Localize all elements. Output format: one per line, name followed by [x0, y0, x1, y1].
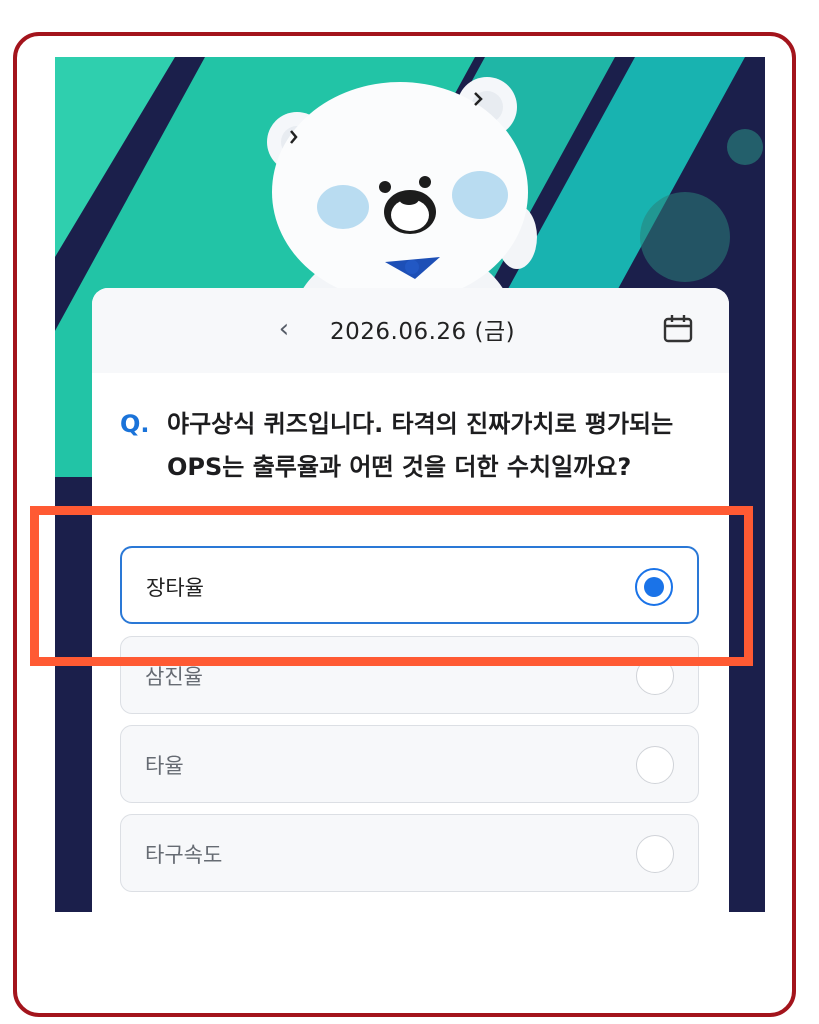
answer-option[interactable]: 장타율 — [120, 546, 699, 624]
quiz-question: Q. 야구상식 퀴즈입니다. 타격의 진짜가치로 평가되는 OPS는 출루율과 … — [120, 403, 710, 515]
answer-option[interactable]: 삼진율 — [120, 636, 699, 714]
answer-option[interactable]: 타율 — [120, 725, 699, 803]
radio-dot — [644, 577, 664, 597]
radio-button[interactable] — [636, 835, 674, 873]
quiz-date: 2026.06.26 (금) — [330, 319, 516, 345]
radio-button[interactable] — [636, 657, 674, 695]
date-navigation: ‹ 2026.06.26 (금) — [92, 288, 729, 373]
question-text: 야구상식 퀴즈입니다. 타격의 진짜가치로 평가되는 OPS는 출루율과 어떤 … — [167, 410, 674, 481]
answer-option[interactable]: 타구속도 — [120, 814, 699, 892]
answer-option-label: 삼진율 — [145, 665, 203, 689]
answer-option-label: 타구속도 — [145, 843, 223, 867]
quiz-card: ‹ 2026.06.26 (금) Q. 야구상식 퀴즈입니다. 타격의 진짜가치… — [92, 288, 729, 912]
app-screen: ‹ 2026.06.26 (금) Q. 야구상식 퀴즈입니다. 타격의 진짜가치… — [55, 57, 765, 912]
answer-option-label: 타율 — [145, 754, 184, 778]
calendar-icon[interactable] — [662, 313, 694, 345]
chevron-left-icon[interactable]: ‹ — [272, 314, 296, 344]
answer-option-label: 장타율 — [146, 576, 204, 600]
radio-button[interactable] — [636, 746, 674, 784]
question-marker: Q. — [120, 410, 150, 438]
radio-button-selected[interactable] — [635, 568, 673, 606]
